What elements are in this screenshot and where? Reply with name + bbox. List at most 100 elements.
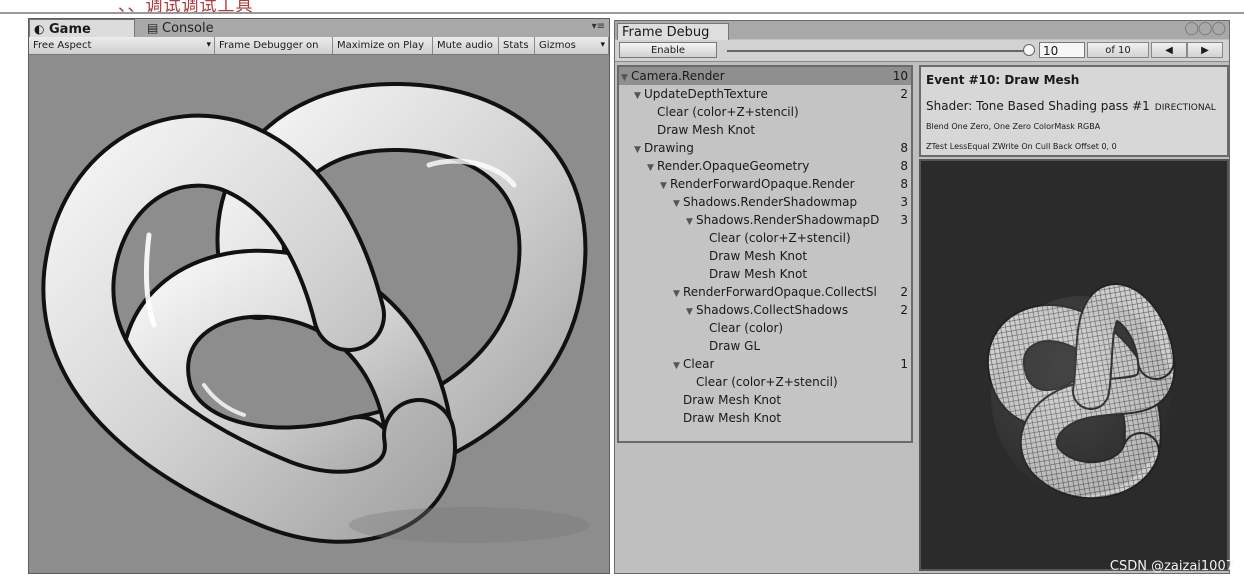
frame-debug-toolbar: Enable 10 of 10 ◀ ▶: [615, 40, 1229, 62]
tree-row[interactable]: ▼ Shadows.RenderShadowmap 3: [619, 193, 911, 211]
gizmos-dropdown[interactable]: Gizmos: [535, 37, 609, 54]
window-controls-icon[interactable]: ◯◯◯: [1184, 21, 1226, 36]
tree-row[interactable]: Draw Mesh Knot: [619, 265, 911, 283]
tree-row[interactable]: ▼ Render.OpaqueGeometry 8: [619, 157, 911, 175]
divider: [0, 12, 1244, 14]
event-slider-fill: [727, 50, 1029, 52]
tree-row-count: 8: [900, 159, 908, 173]
tree-row-count: 2: [900, 87, 908, 101]
mute-label: Mute audio: [437, 40, 493, 51]
tree-row-count: 8: [900, 141, 908, 155]
shader-keyword: DIRECTIONAL: [1154, 103, 1216, 113]
frame-debugger-toggle[interactable]: Frame Debugger on: [215, 37, 333, 54]
tree-row-label: Draw Mesh Knot: [683, 411, 782, 425]
game-toolbar: Free Aspect Frame Debugger on Maximize o…: [29, 37, 609, 55]
aspect-dropdown[interactable]: Free Aspect: [29, 37, 215, 54]
event-number-field[interactable]: 10: [1039, 42, 1085, 58]
tree-row[interactable]: Clear (color+Z+stencil): [619, 373, 911, 391]
arrow-left-icon: ◀: [1165, 45, 1173, 56]
tree-row-label: Draw Mesh Knot: [657, 123, 756, 137]
tree-row-label: Clear (color+Z+stencil): [657, 105, 799, 119]
gizmos-label: Gizmos: [539, 40, 576, 51]
mesh-preview[interactable]: [919, 159, 1229, 571]
tree-row[interactable]: Draw Mesh Knot: [619, 121, 911, 139]
tree-row[interactable]: ▼ Camera.Render 10: [619, 67, 911, 85]
arrow-right-icon: ▶: [1201, 45, 1209, 56]
tree-row-count: 3: [900, 195, 908, 209]
game-tab-bar: ◐ Game ▤ Console ▾≡: [29, 19, 609, 37]
tab-game-label: Game: [49, 22, 91, 37]
tree-row[interactable]: Draw Mesh Knot: [619, 391, 911, 409]
tree-row[interactable]: Draw Mesh Knot: [619, 409, 911, 427]
tree-row-count: 10: [892, 69, 908, 83]
tree-row-label: RenderForwardOpaque.CollectSl: [683, 285, 877, 299]
maximize-label: Maximize on Play: [337, 40, 425, 51]
event-slider-handle[interactable]: [1023, 44, 1035, 56]
tree-row-label: RenderForwardOpaque.Render: [670, 177, 855, 191]
tree-row-label: Clear: [683, 357, 715, 371]
tab-menu-icon[interactable]: ▾≡: [592, 21, 605, 32]
tree-row[interactable]: ▼ Clear 1: [619, 355, 911, 373]
torus-knot-render: [41, 81, 589, 544]
previous-event-button[interactable]: ◀: [1151, 42, 1187, 58]
tab-console-label: Console: [162, 21, 214, 36]
tree-row-label: Camera.Render: [631, 69, 725, 83]
tree-row[interactable]: ▼ UpdateDepthTexture 2: [619, 85, 911, 103]
tree-row[interactable]: ▼ Drawing 8: [619, 139, 911, 157]
tree-row[interactable]: ▼ RenderForwardOpaque.Render 8: [619, 175, 911, 193]
tree-row[interactable]: ▼ Shadows.CollectShadows 2: [619, 301, 911, 319]
tab-frame-debug[interactable]: Frame Debug: [617, 23, 729, 40]
tree-row[interactable]: Draw Mesh Knot: [619, 247, 911, 265]
tree-row-label: Drawing: [644, 141, 694, 155]
event-title: Event #10: Draw Mesh: [926, 73, 1080, 87]
tree-row-label: Shadows.RenderShadowmapD: [696, 213, 880, 227]
frame-debugger-label: Frame Debugger on: [219, 40, 319, 51]
tab-game[interactable]: ◐ Game: [29, 19, 135, 37]
tree-row[interactable]: Clear (color): [619, 319, 911, 337]
event-details-panel: Event #10: Draw Mesh Shader: Tone Based …: [919, 65, 1229, 157]
tab-console[interactable]: ▤ Console: [143, 19, 251, 37]
game-controller-icon: ◐: [34, 22, 45, 36]
frame-debug-tab-bar: Frame Debug ◯◯◯: [615, 21, 1229, 40]
next-event-button[interactable]: ▶: [1187, 42, 1223, 58]
event-total-label: of 10: [1087, 42, 1149, 58]
tree-row-label: Draw Mesh Knot: [683, 393, 782, 407]
tree-row-label: Render.OpaqueGeometry: [657, 159, 810, 173]
event-slider[interactable]: [727, 44, 1035, 56]
ztest-state: ZTest LessEqual ZWrite On Cull Back Offs…: [926, 142, 1117, 151]
console-icon: ▤: [147, 21, 159, 35]
watermark: CSDN @zaizai1007: [1109, 559, 1234, 574]
aspect-label: Free Aspect: [33, 40, 92, 51]
tree-row-label: Clear (color+Z+stencil): [709, 231, 851, 245]
game-viewport[interactable]: [29, 55, 609, 573]
tree-row-label: Clear (color+Z+stencil): [696, 375, 838, 389]
event-tree[interactable]: ▼ Camera.Render 10 ▼ UpdateDepthTexture 2 Clea…: [617, 65, 913, 443]
frame-debug-window: Frame Debug ◯◯◯ Enable 10 of 10 ◀ ▶ ▼ Cam…: [614, 20, 1230, 574]
stats-toggle[interactable]: Stats: [499, 37, 535, 54]
tree-row-label: Draw GL: [709, 339, 761, 353]
enable-button[interactable]: Enable: [619, 42, 717, 58]
game-window: ◐ Game ▤Console ▾≡ Free Aspect Frame Debu…: [28, 18, 610, 574]
tree-row-label: Draw Mesh Knot: [709, 267, 808, 281]
tree-row-count: 2: [900, 285, 908, 299]
shader-line: Shader: Tone Based Shading pass #1 DIRECT…: [926, 99, 1216, 113]
tab-frame-debug-label: Frame Debug: [622, 25, 710, 40]
knot-wireframe-render: [986, 283, 1176, 500]
mute-audio-toggle[interactable]: Mute audio: [433, 37, 499, 54]
tree-row[interactable]: Draw GL: [619, 337, 911, 355]
tree-row-label: UpdateDepthTexture: [644, 87, 768, 101]
tree-row[interactable]: ▼ Shadows.RenderShadowmapD 3: [619, 211, 911, 229]
tree-row-label: Draw Mesh Knot: [709, 249, 808, 263]
maximize-on-play-toggle[interactable]: Maximize on Play: [333, 37, 433, 54]
tree-row[interactable]: Clear (color+Z+stencil): [619, 103, 911, 121]
tree-row-label: Shadows.RenderShadowmap: [683, 195, 858, 209]
shader-name: Shader: Tone Based Shading pass #1: [926, 99, 1150, 113]
tree-row-count: 1: [900, 357, 908, 371]
tree-row-count: 3: [900, 213, 908, 227]
stats-label: Stats: [503, 40, 529, 51]
tree-row[interactable]: ▼ RenderForwardOpaque.CollectSl 2: [619, 283, 911, 301]
tree-row[interactable]: Clear (color+Z+stencil): [619, 229, 911, 247]
enable-label: Enable: [650, 45, 686, 56]
tree-row-label: Clear (color): [709, 321, 784, 335]
blend-state: Blend One Zero, One Zero ColorMask RGBA: [926, 122, 1101, 131]
